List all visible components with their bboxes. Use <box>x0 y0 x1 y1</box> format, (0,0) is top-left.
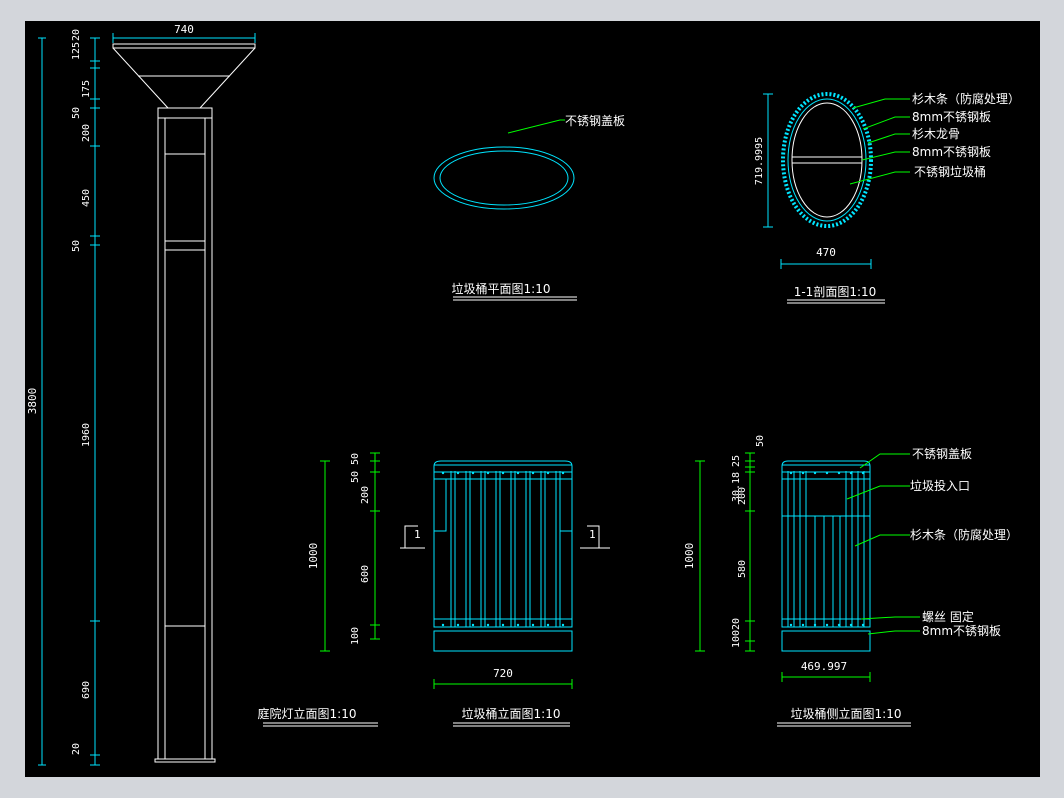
side-width-label: 469.997 <box>801 660 847 673</box>
plan-lid-inner <box>439 150 569 206</box>
lamp-title: 庭院灯立面图1:10 <box>258 706 357 721</box>
side-callout-3: 杉木条（防腐处理） <box>910 527 1018 542</box>
front-section-mark-left: 1 <box>414 528 421 541</box>
section-width-dimension <box>780 259 872 269</box>
side-callout-1: 不锈钢盖板 <box>912 447 972 461</box>
side-seg-25: 25 <box>731 455 742 467</box>
side-seg-20: 20 <box>731 618 742 630</box>
side-screws <box>789 471 865 627</box>
lamp-seg-20b: 20 <box>71 743 82 755</box>
drawing-canvas: 740 3800 125 20 175 50 200 450 50 1960 6… <box>26 23 1020 766</box>
section-callout-1: 杉木条（防腐处理） <box>912 91 1020 106</box>
front-title: 垃圾桶立面图1:10 <box>462 706 561 721</box>
side-callout-texts: 不锈钢盖板 垃圾投入口 杉木条（防腐处理） 螺丝 固定 8mm不锈钢板 <box>910 447 1018 638</box>
plan-callout-text: 不锈钢盖板 <box>565 114 625 128</box>
front-seg-600: 600 <box>360 565 371 583</box>
lamp-seg-690: 690 <box>81 681 92 699</box>
section-callout-leaders <box>849 98 910 185</box>
front-height-label: 1000 <box>307 543 320 570</box>
side-slats <box>787 471 865 627</box>
bin-side-elevation: 不锈钢盖板 垃圾投入口 杉木条（防腐处理） 螺丝 固定 8mm不锈钢板 1000 <box>683 435 1018 727</box>
section-callout-2: 8mm不锈钢板 <box>912 110 991 124</box>
front-seg-100: 100 <box>350 627 361 645</box>
lamp-head <box>112 43 256 109</box>
side-callout-4: 螺丝 固定 <box>922 609 974 624</box>
front-seg-50a: 50 <box>350 453 361 465</box>
front-slats <box>450 471 561 627</box>
lamp-seg-50b: 50 <box>71 240 82 252</box>
section-inner-shell <box>791 102 863 218</box>
front-section-marks <box>400 525 610 549</box>
side-title: 垃圾桶侧立面图1:10 <box>791 706 902 721</box>
side-seg-50: 50 <box>755 435 766 447</box>
side-seg-200: 200 <box>737 487 748 505</box>
front-seg-200: 200 <box>360 486 371 504</box>
lamp-segment-dimension <box>90 37 100 766</box>
side-width-dimension <box>781 672 871 682</box>
side-seg-580: 580 <box>737 560 748 578</box>
lamp-segment-labels: 125 20 175 50 200 450 50 1960 690 20 <box>71 29 92 755</box>
side-segment-dimension <box>745 452 755 652</box>
lamp-seg-175: 175 <box>81 80 92 98</box>
plan-title: 垃圾桶平面图1:10 <box>452 281 551 296</box>
lamp-total-height-dimension <box>38 37 46 766</box>
front-lid <box>433 460 573 472</box>
section-callout-3: 杉木龙骨 <box>912 127 960 141</box>
section-width-label: 470 <box>816 246 836 259</box>
lamp-seg-125: 125 <box>71 42 82 60</box>
section-callout-5: 不锈钢垃圾桶 <box>914 164 986 179</box>
lamp-pole <box>154 107 216 763</box>
side-height-label: 1000 <box>683 543 696 570</box>
section-callout-4: 8mm不锈钢板 <box>912 145 991 159</box>
front-segment-labels: 50 50 200 600 100 <box>350 453 371 645</box>
front-width-dimension <box>433 679 573 689</box>
section-callout-texts: 杉木条（防腐处理） 8mm不锈钢板 杉木龙骨 8mm不锈钢板 不锈钢垃圾桶 <box>912 91 1020 179</box>
front-section-mark-right: 1 <box>589 528 596 541</box>
bin-front-elevation: 1 1 1000 50 50 200 600 100 720 垃圾桶立面图1:1… <box>307 452 610 727</box>
side-lid <box>781 460 871 472</box>
front-seg-50b: 50 <box>350 471 361 483</box>
lamp-elevation: 740 3800 125 20 175 50 200 450 50 1960 6… <box>26 23 378 766</box>
section-title: 1-1剖面图1:10 <box>794 285 877 299</box>
side-seg-100: 100 <box>731 630 742 648</box>
front-width-label: 720 <box>493 667 513 680</box>
section-height-label: 719.9995 <box>754 137 765 185</box>
side-callout-2: 垃圾投入口 <box>910 478 970 493</box>
front-height-dimension <box>320 460 330 652</box>
front-side-panel-left <box>433 478 447 532</box>
front-base <box>433 630 573 652</box>
lamp-seg-1960: 1960 <box>81 423 92 447</box>
section-outer-ring <box>781 92 873 228</box>
cad-model-space[interactable]: 740 3800 125 20 175 50 200 450 50 1960 6… <box>25 21 1040 777</box>
side-base <box>781 630 871 652</box>
lamp-seg-50a: 50 <box>71 107 82 119</box>
side-callout-5: 8mm不锈钢板 <box>922 624 1001 638</box>
front-side-panel-right <box>559 478 573 532</box>
plan-callout-leader <box>507 119 565 134</box>
section-ring-line <box>787 98 867 222</box>
lamp-top-width-label: 740 <box>174 23 194 36</box>
plan-lid-outer <box>433 146 575 210</box>
side-height-dimension <box>695 460 705 652</box>
front-segment-dimension <box>370 452 380 640</box>
lamp-seg-20: 20 <box>71 29 82 41</box>
lamp-seg-200: 200 <box>81 124 92 142</box>
bin-section-view: 719.9995 470 杉木条（防腐处理） 8mm不锈钢板 杉木龙骨 8mm不… <box>754 91 1020 304</box>
lamp-seg-450: 450 <box>81 189 92 207</box>
lamp-total-height-label: 3800 <box>26 388 39 415</box>
bin-plan-view: 不锈钢盖板 垃圾桶平面图1:10 <box>433 114 625 301</box>
front-screws <box>441 471 565 627</box>
